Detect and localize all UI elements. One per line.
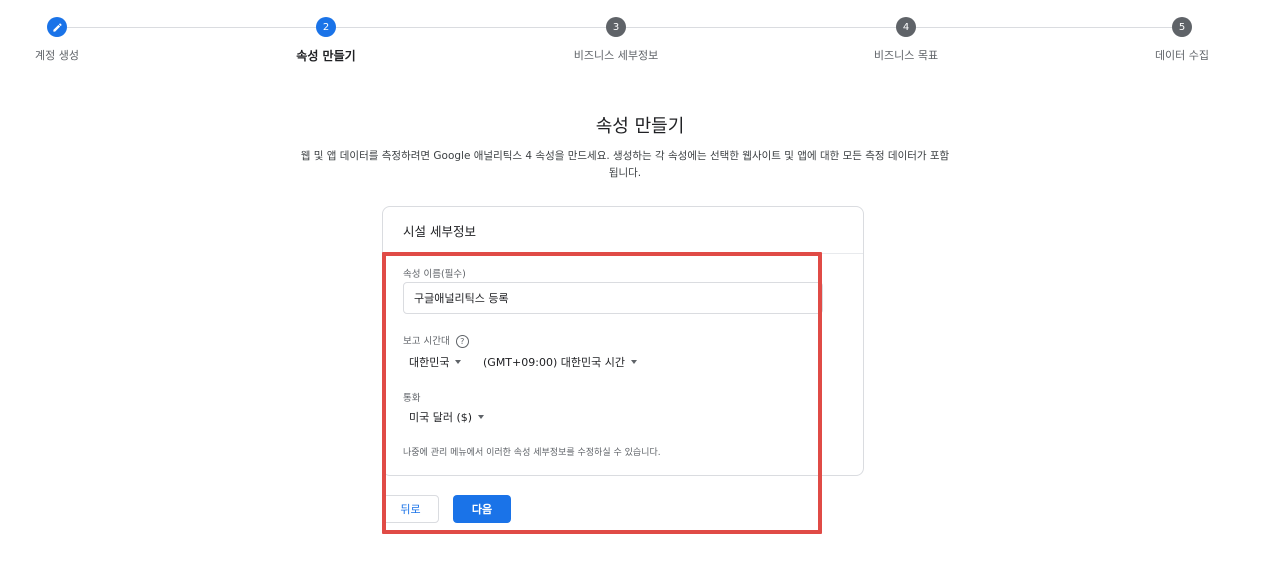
step-2-circle: 2 bbox=[316, 17, 336, 37]
step-2-label: 속성 만들기 bbox=[296, 49, 356, 63]
step-4-label: 비즈니스 목표 bbox=[873, 49, 939, 62]
caret-down-icon bbox=[630, 360, 637, 364]
edit-later-note: 나중에 관리 메뉴에서 이러한 속성 세부정보를 수정하실 수 있습니다. bbox=[403, 448, 661, 458]
timezone-zone-dropdown[interactable]: (GMT+09:00) 대한민국 시간 bbox=[483, 354, 637, 370]
step-1-label: 계정 생성 bbox=[35, 49, 79, 62]
timezone-country-dropdown[interactable]: 대한민국 bbox=[409, 354, 462, 370]
currency-value: 미국 달러 ($) bbox=[409, 411, 473, 424]
step-1-circle bbox=[47, 17, 67, 37]
timezone-label: 보고 시간대 bbox=[403, 336, 450, 347]
step-business-details[interactable]: 3 비즈니스 세부정보 bbox=[536, 17, 696, 63]
step-account-creation[interactable]: 계정 생성 bbox=[0, 17, 137, 63]
step-3-label: 비즈니스 세부정보 bbox=[573, 49, 659, 62]
step-5-circle: 5 bbox=[1172, 17, 1192, 37]
property-name-input[interactable] bbox=[403, 282, 823, 314]
card-title: 시설 세부정보 bbox=[383, 207, 863, 254]
pencil-icon bbox=[52, 22, 62, 32]
next-button[interactable]: 다음 bbox=[453, 495, 511, 523]
timezone-country-value: 대한민국 bbox=[409, 356, 450, 369]
step-5-label: 데이터 수집 bbox=[1154, 49, 1210, 62]
currency-dropdown[interactable]: 미국 달러 ($) bbox=[409, 409, 485, 425]
back-button[interactable]: 뒤로 bbox=[382, 495, 439, 523]
step-create-property[interactable]: 2 속성 만들기 bbox=[246, 17, 406, 64]
progress-stepper: 계정 생성 2 속성 만들기 3 비즈니스 세부정보 4 비즈니스 목표 5 데… bbox=[0, 0, 1280, 70]
property-details-card: 시설 세부정보 속성 이름(필수) 보고 시간대? 대한민국 (GMT+09:0… bbox=[382, 206, 864, 476]
timezone-zone-value: (GMT+09:00) 대한민국 시간 bbox=[483, 356, 625, 369]
currency-label: 통화 bbox=[403, 393, 421, 404]
property-name-label: 속성 이름(필수) bbox=[403, 269, 466, 280]
step-4-circle: 4 bbox=[896, 17, 916, 37]
step-data-collection[interactable]: 5 데이터 수집 bbox=[1102, 17, 1262, 63]
page-description: 웹 및 앱 데이터를 측정하려면 Google 애널리틱스 4 속성을 만드세요… bbox=[300, 150, 950, 179]
step-3-circle: 3 bbox=[606, 17, 626, 37]
caret-down-icon bbox=[455, 360, 462, 364]
timezone-label-row: 보고 시간대? bbox=[403, 333, 469, 348]
caret-down-icon bbox=[478, 415, 485, 419]
help-icon[interactable]: ? bbox=[455, 335, 469, 348]
step-business-goals[interactable]: 4 비즈니스 목표 bbox=[826, 17, 986, 63]
page-title: 속성 만들기 bbox=[595, 116, 685, 137]
